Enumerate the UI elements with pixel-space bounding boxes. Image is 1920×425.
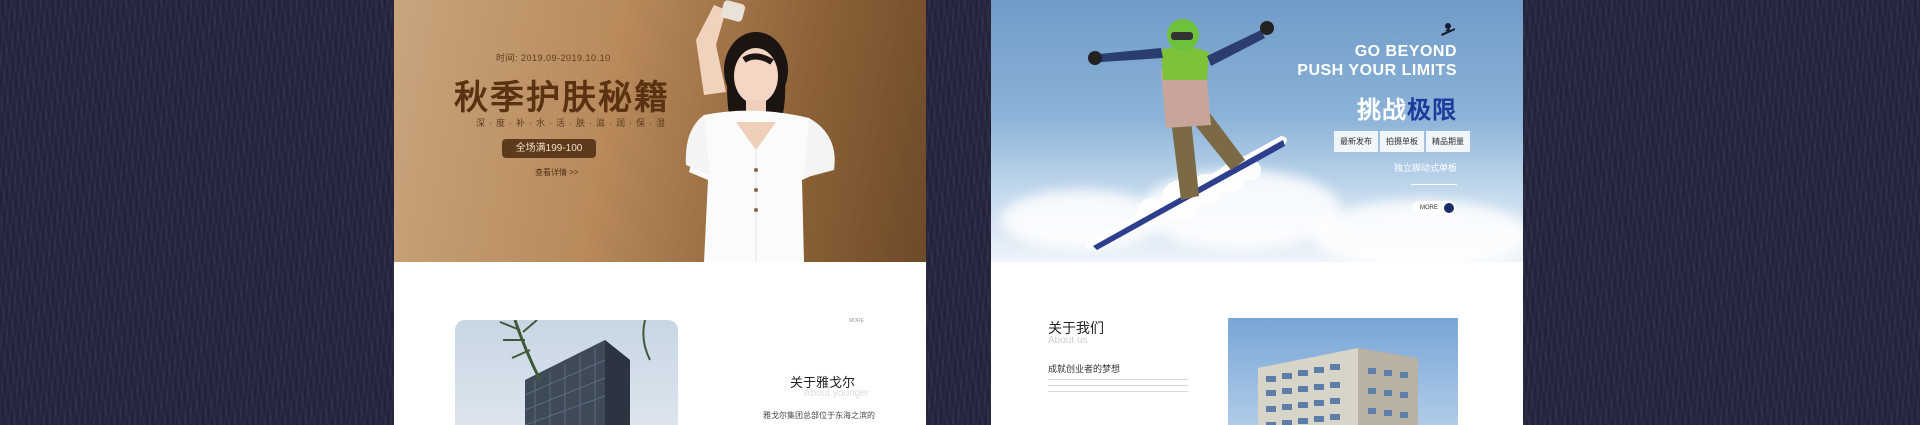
snowboarder-image	[1086, 19, 1287, 250]
snowboard-site-preview: GO BEYOND PUSH YOUR LIMITS 挑战极限 最新发布 拍摄单…	[991, 0, 1523, 425]
hero-subtitle: 深·度·补·水·活·肤·滋·润·保·湿	[476, 118, 669, 128]
about-text-placeholder	[1048, 379, 1188, 397]
snowboarder-logo-icon	[1441, 23, 1455, 36]
arrow-right-icon	[1444, 203, 1454, 213]
tab-latest[interactable]: 最新发布	[1334, 131, 1378, 152]
slogan-line-1: GO BEYOND	[1354, 43, 1457, 60]
hero-tabs: 最新发布 拍摄单板 精品期量	[1334, 131, 1470, 152]
office-building-photo	[1228, 318, 1458, 425]
more-label: MORE	[1420, 205, 1438, 211]
more-button[interactable]: MORE	[1412, 201, 1456, 215]
promo-button[interactable]: 全场满199-100	[502, 139, 596, 158]
company-building-photo	[455, 320, 678, 425]
hero-title: 挑战极限	[1357, 90, 1457, 125]
view-details-link[interactable]: 查看详情 >>	[535, 167, 579, 178]
model-image	[685, 0, 835, 262]
about-description: 雅戈尔集团总部位于东海之滨的	[763, 411, 875, 420]
hero-title: 秋季护肤秘籍	[454, 78, 670, 118]
about-subtitle-en: About younger	[804, 388, 870, 399]
skincare-hero-banner[interactable]: 时间: 2019.09-2019.10.10 秋季护肤秘籍 深·度·补·水·活·…	[394, 0, 926, 262]
snowboard-hero-banner[interactable]: GO BEYOND PUSH YOUR LIMITS 挑战极限 最新发布 拍摄单…	[991, 0, 1523, 270]
hero-title-plain: 挑战	[1357, 97, 1407, 124]
tab-premium[interactable]: 精品期量	[1426, 131, 1470, 152]
about-subtitle-en: About us	[1048, 335, 1088, 346]
divider	[1411, 184, 1457, 185]
more-label[interactable]: MORE	[849, 318, 864, 324]
slogan-line-2: PUSH YOUR LIMITS	[1297, 62, 1457, 79]
page-background	[0, 0, 1920, 425]
hero-tagline: 独立脚动式单板	[1393, 163, 1457, 173]
tab-shooting[interactable]: 拍摄单板	[1380, 131, 1424, 152]
about-heading: 成就创业者的梦想	[1048, 364, 1121, 374]
promo-date: 时间: 2019.09-2019.10.10	[496, 53, 611, 63]
skincare-site-preview: 时间: 2019.09-2019.10.10 秋季护肤秘籍 深·度·补·水·活·…	[394, 0, 926, 425]
hero-title-accent: 极限	[1407, 97, 1457, 124]
